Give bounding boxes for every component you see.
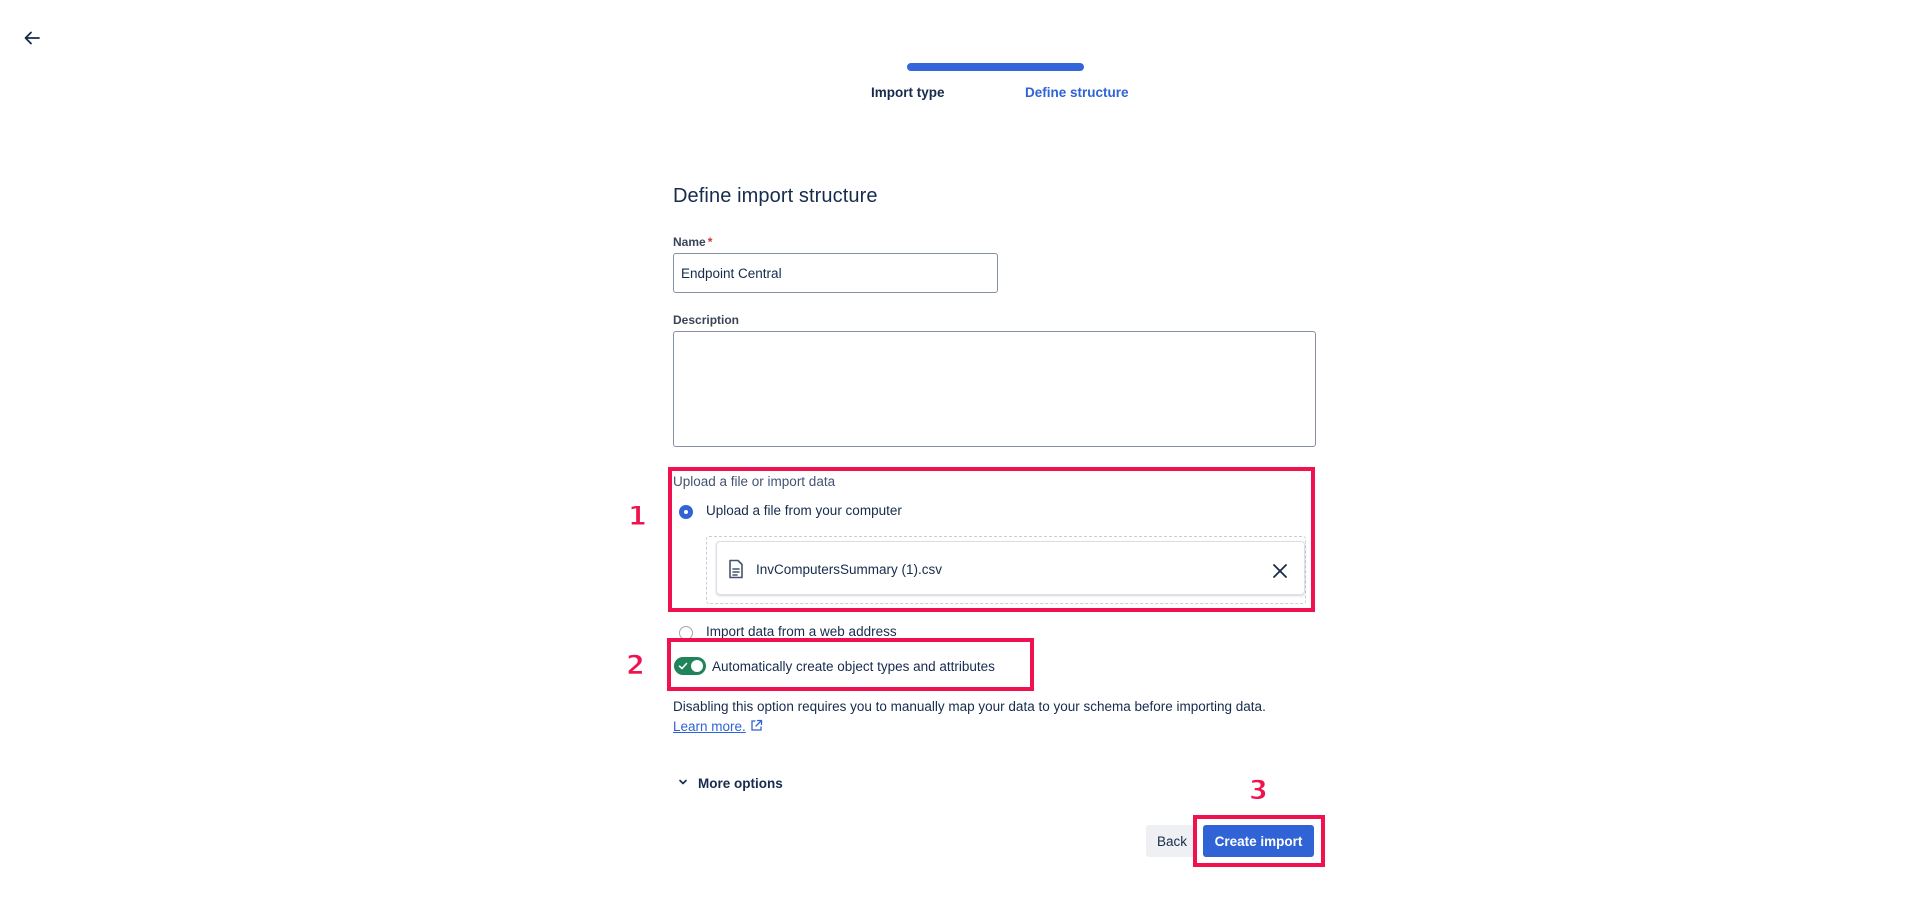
name-input[interactable]	[673, 253, 998, 293]
radio-web-address-label[interactable]: Import data from a web address	[706, 624, 897, 639]
auto-create-help-text: Disabling this option requires you to ma…	[673, 699, 1266, 714]
more-options-toggle[interactable]: More options	[677, 776, 783, 791]
external-link-icon	[751, 719, 762, 731]
required-marker: *	[707, 235, 713, 249]
page-title: Define import structure	[673, 185, 878, 207]
chevron-down-icon	[679, 779, 687, 785]
name-label: Name *	[673, 235, 713, 249]
step-define-structure: Define structure	[1025, 85, 1129, 100]
back-button[interactable]: Back	[1146, 825, 1195, 857]
annotation-box-2	[667, 638, 1034, 691]
description-label: Description	[673, 313, 740, 327]
annotation-number-1: 1	[628, 501, 648, 533]
learn-more-link[interactable]: Learn more.	[673, 719, 763, 734]
annotation-number-3: 3	[1249, 775, 1269, 807]
arrow-left-icon[interactable]	[20, 26, 44, 50]
annotation-box-3	[1193, 815, 1325, 867]
description-input[interactable]	[673, 331, 1316, 447]
progress-bar	[907, 63, 1084, 71]
step-import-type[interactable]: Import type	[871, 85, 945, 100]
annotation-box-1	[668, 467, 1315, 612]
annotation-number-2: 2	[626, 650, 646, 682]
